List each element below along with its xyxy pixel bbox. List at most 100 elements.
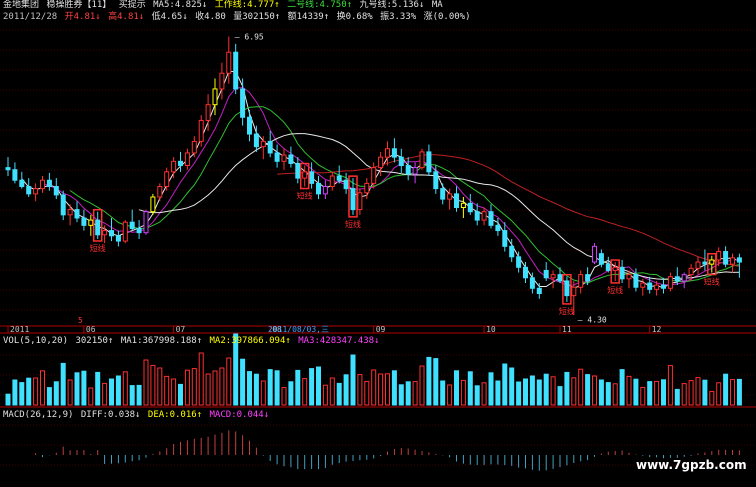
volume-bar	[329, 377, 335, 406]
volume-bar	[336, 382, 342, 406]
volume-bar	[550, 376, 556, 406]
short-line-label: 短线	[297, 191, 313, 201]
volume-bar	[40, 370, 45, 406]
candle-body	[164, 171, 170, 188]
volume-bar	[633, 378, 639, 406]
volume-bar	[240, 358, 246, 406]
volume-bar	[661, 379, 666, 406]
volume-bar	[460, 379, 466, 406]
candle-body	[454, 193, 459, 208]
volume-bar	[378, 373, 384, 406]
candle-body	[391, 148, 397, 158]
volume-bar	[640, 386, 646, 406]
volume-bar	[605, 382, 611, 406]
candle-body	[502, 230, 508, 247]
volume-bar	[74, 372, 80, 406]
candle-body	[619, 266, 625, 280]
volume-bar	[647, 381, 653, 406]
volume-bar	[295, 369, 301, 406]
trough-label: — 4.30	[578, 316, 607, 325]
volume-bar	[730, 379, 735, 406]
volume-value: 量302150↑	[233, 12, 281, 22]
volume-bar	[598, 379, 604, 406]
volume-bar	[343, 374, 349, 406]
volume-bar	[19, 382, 25, 406]
candle-body	[598, 253, 604, 265]
candle-body	[398, 156, 404, 167]
vol-header: VOL(5,10,20) 302150↑ MA1:367998.188↑ MA2…	[3, 336, 382, 347]
indicator-name[interactable]: 稳操胜券【11】	[46, 0, 111, 10]
candle-body	[674, 276, 680, 282]
short-line-label: 短线	[607, 285, 623, 295]
candle-body	[647, 282, 653, 290]
candle-body	[350, 188, 356, 211]
volume-bar	[619, 369, 625, 406]
candle-body	[474, 211, 480, 221]
candle-body	[184, 152, 190, 167]
candle-body	[688, 267, 694, 276]
volume-bar	[95, 371, 101, 406]
candle-body	[60, 194, 66, 216]
volume-bar	[302, 378, 308, 406]
volume-bar	[60, 362, 66, 406]
volume-bar	[440, 380, 446, 406]
peak-label: — 6.95	[235, 32, 264, 41]
candle-body	[433, 171, 439, 190]
candle-body	[516, 256, 522, 268]
volume-bar	[523, 378, 528, 406]
candle-body	[109, 230, 114, 237]
candle-body	[605, 263, 611, 271]
volume-bar	[219, 367, 225, 406]
candle-body	[523, 266, 528, 279]
candle-body	[136, 227, 142, 234]
candle-body	[5, 167, 11, 171]
volume-bar	[88, 387, 94, 406]
candle-body	[585, 274, 591, 282]
high-value: 高4.81↓	[108, 12, 145, 22]
candle-body	[529, 277, 535, 289]
volume-bar	[516, 381, 522, 406]
stock-name[interactable]: 金地集团	[3, 0, 39, 10]
candle-body	[329, 175, 335, 188]
vol-name[interactable]: VOL(5,10,20)	[3, 336, 68, 346]
volume-bar	[316, 366, 321, 406]
candle-body	[19, 179, 25, 188]
volume-bar	[688, 380, 694, 406]
volume-bar	[171, 378, 177, 406]
volume-bar	[426, 356, 432, 406]
volume-bar	[371, 369, 377, 406]
volume-bar	[564, 371, 570, 406]
candle-body	[295, 162, 301, 179]
candle-body	[488, 211, 494, 226]
volume-bar	[350, 354, 356, 406]
volume-bar	[667, 365, 673, 406]
watermark: www.7gpzb.com	[636, 458, 747, 472]
candle-body	[267, 140, 273, 154]
volume-bar	[212, 370, 218, 406]
red-marker: 5	[78, 316, 83, 325]
candle-body	[371, 167, 377, 184]
ma-short-line	[21, 71, 740, 289]
candle-body	[81, 217, 87, 226]
close-value: 收4.80	[195, 12, 226, 22]
candle-body	[33, 188, 39, 195]
candle-body	[88, 219, 94, 226]
candle-body	[495, 224, 501, 232]
volume-bar	[674, 388, 680, 406]
volume-bar	[46, 387, 52, 406]
volume-bar	[447, 384, 453, 406]
x-tick-label: 07	[176, 325, 186, 334]
candle-body	[253, 133, 259, 148]
candle-body	[343, 179, 349, 190]
macd-name[interactable]: MACD(26,12,9)	[3, 410, 73, 420]
candle-body	[481, 211, 487, 221]
ma5-value: MA5:4.825↓	[153, 0, 208, 10]
volume-bar	[543, 373, 549, 406]
hint-label: 买提示	[118, 0, 146, 10]
volume-bar	[191, 368, 197, 406]
volume-bar	[702, 379, 708, 406]
x-tick-label: 11	[562, 325, 572, 334]
short-line-label: 短线	[704, 277, 720, 287]
volume-bar	[716, 382, 722, 406]
volume-bar	[33, 377, 39, 406]
